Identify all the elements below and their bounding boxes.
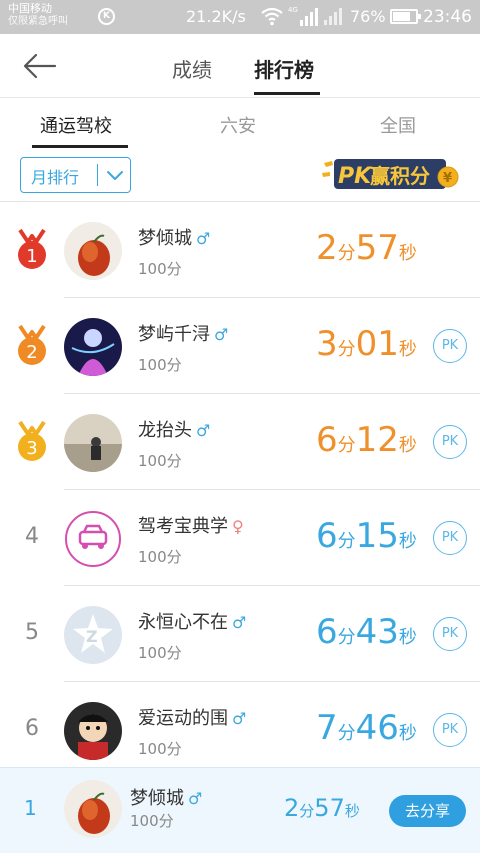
scope-tabs: 通运驾校 六安 全国 [0,98,480,150]
completion-time: 6分12秒 [316,420,417,460]
back-arrow-icon[interactable] [22,52,58,80]
rank-number: 4 [25,524,39,549]
win-points-text: 赢积分 [370,164,430,188]
user-score: 100分 [138,548,182,566]
active-tab-indicator [254,92,320,95]
pk-button[interactable]: PK [433,425,467,459]
avatar-photo[interactable] [64,318,122,376]
rank-number: 3 [26,438,37,459]
completion-time: 2分57秒 [316,228,417,268]
carrier-info: 中国移动 仅限紧急呼叫 [8,2,68,28]
user-score: 100分 [138,356,182,374]
user-score: 100分 [138,260,182,278]
user-name-text: 爱运动的围 [138,708,228,729]
share-button[interactable]: 去分享 [389,795,466,827]
pk-button[interactable]: PK [433,329,467,363]
user-name: 梦屿千浔 ♂ [138,320,228,346]
my-time: 2分57秒 [284,794,360,822]
leaderboard-row[interactable]: 5 Z 永恒心不在 ♂ 100分 6分43秒 PK [0,586,480,682]
battery-percent: 76% [350,7,386,26]
avatar-default[interactable]: Z [64,606,122,664]
status-bar: 中国移动 仅限紧急呼叫 K 21.2K/s 4G 76% 23:46 [0,0,480,34]
dropdown-separator [97,164,98,186]
male-icon: ♂ [196,421,211,440]
pk-text: PK [338,164,373,189]
user-name: 永恒心不在 ♂ [138,608,246,634]
pk-button[interactable]: PK [433,617,467,651]
active-scope-indicator [32,145,128,148]
sync-icon: K [98,8,115,25]
user-name-text: 梦屿千浔 [138,324,210,345]
my-rank-number: 1 [24,796,37,820]
rank-number: 6 [25,716,39,741]
rank-number: 2 [26,342,37,363]
user-name-text: 梦倾城 [138,228,192,249]
user-score: 100分 [138,740,182,758]
male-icon: ♂ [232,709,247,728]
user-name: 龙抬头 ♂ [138,416,210,442]
completion-time: 6分15秒 [316,516,417,556]
avatar-cartoon[interactable] [64,702,122,760]
completion-time: 6分43秒 [316,612,417,652]
svg-text:Z: Z [86,627,98,646]
male-icon: ♂ [232,613,247,632]
rank-number: 1 [26,246,37,267]
user-name: 爱运动的围 ♂ [138,704,246,730]
top-nav: 成绩 排行榜 [0,34,480,98]
carrier-name: 中国移动 [8,2,52,15]
my-name: 梦倾城 ♂ [130,784,202,810]
pk-button[interactable]: PK [433,713,467,747]
completion-time: 7分46秒 [316,708,417,748]
wifi-icon [261,7,283,26]
user-name-text: 驾考宝典学 [138,516,228,537]
my-rank-bar: 1 梦倾城 ♂ 100分 2分57秒 去分享 [0,767,480,853]
medal-icon: 1 [18,228,46,269]
user-name-text: 永恒心不在 [138,612,228,633]
completion-time: 3分01秒 [316,324,417,364]
user-score: 100分 [138,452,182,470]
male-icon: ♂ [196,229,211,248]
leaderboard-row[interactable]: 3 龙抬头 ♂ 100分 6分12秒 PK [0,394,480,490]
scope-tab-school[interactable]: 通运驾校 [40,112,112,138]
user-score: 100分 [138,644,182,662]
avatar-photo[interactable] [64,414,122,472]
female-icon: ♀ [232,517,244,536]
pk-win-points-banner[interactable]: PK 赢积分 ¥ [320,153,462,195]
network-type-label: 4G [288,6,298,14]
my-avatar[interactable] [64,780,122,838]
avatar-photo[interactable] [64,222,122,280]
male-icon: ♂ [188,789,203,808]
period-label: 月排行 [31,168,80,187]
scope-tab-city[interactable]: 六安 [220,112,256,138]
medal-icon: 2 [18,324,46,365]
chevron-down-icon [107,171,123,180]
signal-icon [324,8,342,25]
user-name: 梦倾城 ♂ [138,224,210,250]
svg-text:¥: ¥ [443,171,452,186]
leaderboard-row[interactable]: 4 驾考宝典学 ♀ 100分 6分15秒 PK [0,490,480,586]
tab-score[interactable]: 成绩 [172,54,212,83]
leaderboard-row[interactable]: 2 梦屿千浔 ♂ 100分 3分01秒 PK [0,298,480,394]
my-name-text: 梦倾城 [130,788,184,809]
period-dropdown[interactable]: 月排行 [20,157,131,193]
my-score: 100分 [130,812,174,830]
carrier-sub: 仅限紧急呼叫 [8,16,68,27]
signal-4g-icon: 4G [288,6,318,26]
net-speed: 21.2K/s [186,7,246,26]
user-name: 驾考宝典学 ♀ [138,512,244,538]
medal-icon: 3 [18,420,46,461]
pk-button[interactable]: PK [433,521,467,555]
male-icon: ♂ [214,325,229,344]
rank-number: 5 [25,620,39,645]
scope-tab-national[interactable]: 全国 [380,112,416,138]
tab-leaderboard[interactable]: 排行榜 [254,54,314,83]
battery-icon [390,9,421,24]
leaderboard-row[interactable]: 6 爱运动的围 ♂ 100分 7分46秒 PK [0,682,480,778]
user-name-text: 龙抬头 [138,420,192,441]
leaderboard-row[interactable]: 1 梦倾城 ♂ 100分 2分57秒 [0,202,480,298]
avatar-car-logo[interactable] [64,510,122,568]
clock: 23:46 [423,7,472,27]
